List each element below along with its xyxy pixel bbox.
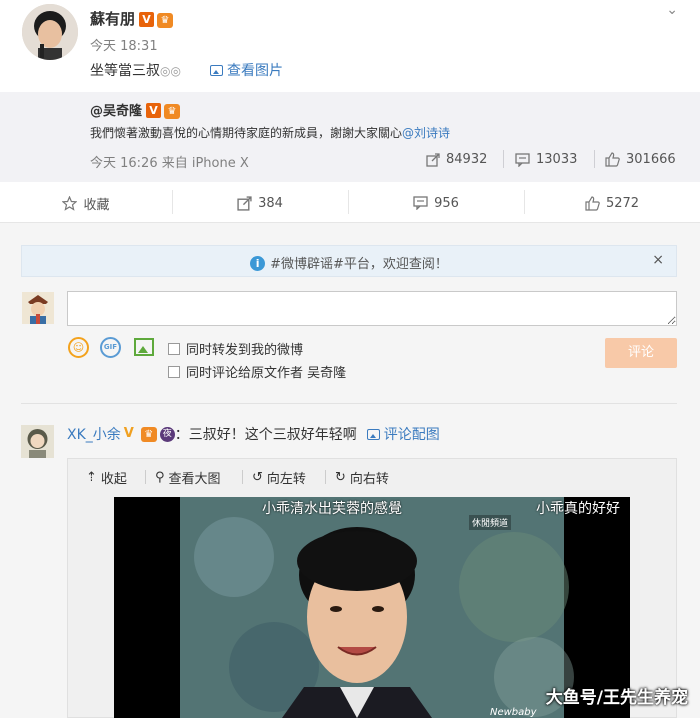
repost-text: 我們懷著激動喜悅的心情期待家庭的新成員，謝謝大家關心@刘诗诗 xyxy=(90,124,450,141)
comment-input[interactable] xyxy=(67,291,677,326)
comment-text: ：三叔好！这个三叔好年轻啊 xyxy=(174,427,357,443)
comment-author-checkbox[interactable] xyxy=(168,365,180,378)
mention-link[interactable]: @刘诗诗 xyxy=(402,126,450,140)
video-subtitle-2: 小乖真的好好 xyxy=(536,501,620,517)
video-subtitle-1: 小乖清水出芙蓉的感覺 xyxy=(262,501,402,517)
notice-label[interactable]: #微博辟谣#平台，欢迎查阅！ xyxy=(270,257,448,272)
my-avatar[interactable] xyxy=(22,292,54,324)
collapse-icon: ⇡ xyxy=(86,470,97,485)
comment-icon xyxy=(413,196,428,210)
vip-badge-icon: ♛ xyxy=(164,104,181,119)
comment-image-link[interactable]: 评论配图 xyxy=(366,424,440,444)
stat-divider xyxy=(594,150,595,168)
collapse-button[interactable]: ⇡ 收起 xyxy=(86,468,127,487)
like-label: 5272 xyxy=(605,195,640,211)
author-name[interactable]: 蘇有朋 V ♛ xyxy=(90,8,174,29)
view-picture-label: 查看图片 xyxy=(227,63,283,79)
repost-forward-count[interactable]: 84932 xyxy=(426,152,487,167)
comment-count-label: 13033 xyxy=(536,152,578,167)
comment-divider xyxy=(21,403,677,404)
rotate-right-icon: ↻ xyxy=(335,470,346,485)
rotate-right-button[interactable]: ↻ 向右转 xyxy=(335,468,389,487)
repost-like-count[interactable]: 301666 xyxy=(605,152,676,167)
forward-count-label: 84932 xyxy=(446,152,488,167)
rumor-notice-banner: i #微博辟谣#平台，欢迎查阅！ × xyxy=(21,245,677,277)
option-comment-author-label: 同时评论给原文作者 吴奇隆 xyxy=(186,366,347,381)
verified-v-icon: V xyxy=(146,103,162,118)
repost-time[interactable]: 今天 16:26 来自 iPhone X xyxy=(90,152,249,171)
vip-badge-icon: ♛ xyxy=(140,426,157,442)
thumbs-up-icon xyxy=(605,152,620,167)
view-picture-link[interactable]: 查看图片 xyxy=(210,60,283,80)
favorite-label: 收藏 xyxy=(83,197,110,213)
author-avatar[interactable] xyxy=(22,4,78,60)
collapse-label: 收起 xyxy=(100,472,127,487)
like-count-label: 301666 xyxy=(626,152,676,167)
gif-icon[interactable]: GIF xyxy=(100,337,121,358)
vip-badge-icon: ♛ xyxy=(157,13,174,28)
view-large-label: 查看大图 xyxy=(168,472,221,487)
comment-button[interactable]: 956 xyxy=(348,184,524,222)
repost-comment-count[interactable]: 13033 xyxy=(515,152,577,167)
option-comment-author-row[interactable]: 同时评论给原文作者 吴奇隆 xyxy=(168,362,346,381)
image-upload-icon[interactable] xyxy=(134,338,154,356)
comment-icon xyxy=(515,152,530,167)
view-large-button[interactable]: ⚲ 查看大图 xyxy=(155,468,221,487)
forward-icon xyxy=(237,195,252,211)
commenter-name[interactable]: XK_小余 xyxy=(67,424,121,444)
star-icon xyxy=(62,195,78,211)
picture-icon xyxy=(366,429,380,440)
option-forward-label: 同时转发到我的微博 xyxy=(186,343,304,358)
repost-author[interactable]: @吴奇隆 V ♛ xyxy=(90,100,181,119)
source-watermark: 大鱼号/王先生养宠 xyxy=(545,688,688,708)
rotate-left-icon: ↺ xyxy=(252,470,263,485)
option-forward-row[interactable]: 同时转发到我的微博 xyxy=(168,339,303,358)
forward-button[interactable]: 384 xyxy=(172,184,348,222)
rotate-right-label: 向右转 xyxy=(349,472,389,487)
rotate-left-button[interactable]: ↺ 向左转 xyxy=(252,468,306,487)
stat-divider xyxy=(503,150,504,168)
media-divider xyxy=(325,470,326,484)
post-content: 坐等當三叔◎◎ xyxy=(90,60,181,80)
forward-label: 384 xyxy=(258,195,283,211)
forward-icon xyxy=(426,152,440,167)
rotate-left-label: 向左转 xyxy=(266,472,306,487)
action-bar: 收藏 384 956 5272 xyxy=(0,184,700,223)
emoji-icon[interactable]: ☺ xyxy=(68,337,89,358)
info-icon: i xyxy=(250,256,266,271)
forward-checkbox[interactable] xyxy=(168,342,180,355)
author-name-text[interactable]: 蘇有朋 xyxy=(90,10,135,28)
submit-comment-button[interactable]: 评论 xyxy=(605,338,677,368)
chevron-down-icon[interactable]: ⌄ xyxy=(666,2,678,18)
notice-text: i #微博辟谣#平台，欢迎查阅！ xyxy=(22,253,676,272)
media-divider xyxy=(145,470,146,484)
video-tag: Newbaby xyxy=(490,707,537,718)
commenter-avatar[interactable] xyxy=(21,425,54,458)
post-content-text: 坐等當三叔 xyxy=(90,63,160,79)
close-icon[interactable]: × xyxy=(652,252,664,268)
like-button[interactable]: 5272 xyxy=(524,184,700,222)
favorite-button[interactable]: 收藏 xyxy=(0,184,172,222)
post-time[interactable]: 今天 18:31 xyxy=(90,35,158,54)
picture-icon xyxy=(210,65,223,76)
thumbs-up-icon xyxy=(585,195,600,211)
magnifier-icon: ⚲ xyxy=(155,470,165,485)
comment-line: XK_小余 V ♛ 夜：三叔好！这个三叔好年轻啊 评论配图 xyxy=(67,424,440,444)
repost-text-body: 我們懷著激動喜悅的心情期待家庭的新成員，謝謝大家關心 xyxy=(90,126,403,140)
comment-image-label: 评论配图 xyxy=(383,427,440,443)
media-divider xyxy=(242,470,243,484)
comment-label: 956 xyxy=(434,195,459,211)
glasses-emoji-icon: ◎◎ xyxy=(160,64,181,78)
repost-author-name[interactable]: @吴奇隆 xyxy=(90,104,142,119)
member-badge-icon: 夜 xyxy=(159,426,175,442)
channel-logo: 休閒頻道 xyxy=(469,515,512,530)
verified-v-icon: V xyxy=(123,426,134,441)
verified-v-icon: V xyxy=(139,12,155,27)
